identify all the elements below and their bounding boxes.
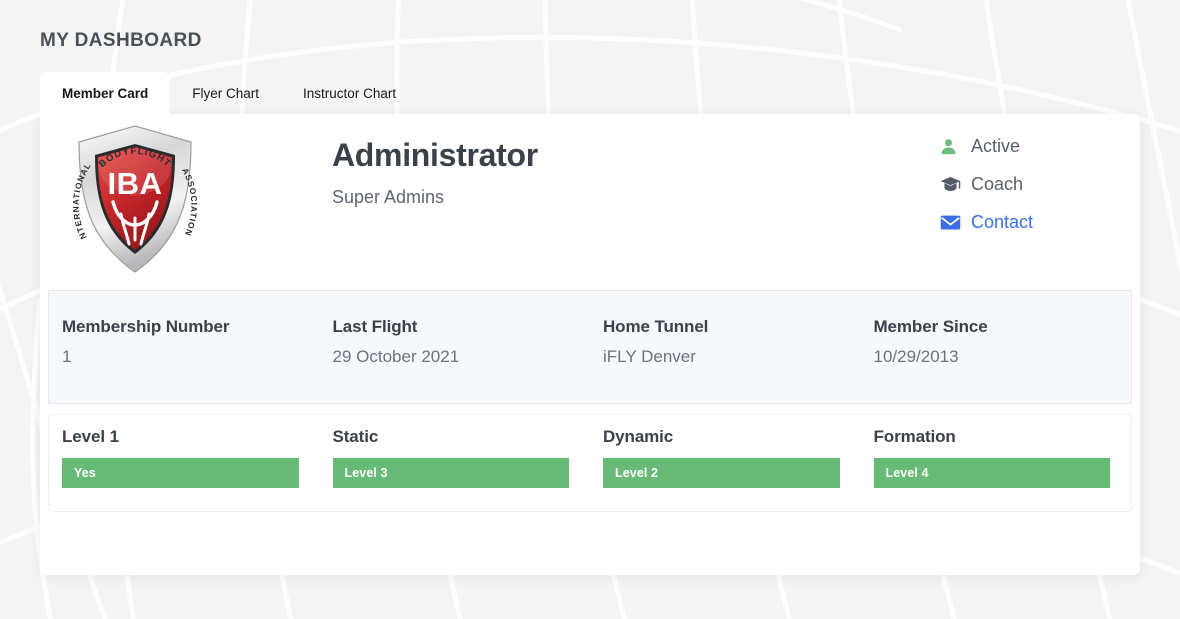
info-value: 1 [62,347,72,366]
info-label: Home Tunnel [603,317,709,336]
info-cell-membership-number: Membership Number 1 [49,291,320,403]
info-label: Member Since [873,317,988,336]
skill-bar: Yes [62,458,299,488]
member-status-list: Active Coach Contact [940,136,1033,232]
skill-value: Level 2 [615,466,659,480]
member-name: Administrator [332,137,538,173]
tab-flyer-chart[interactable]: Flyer Chart [170,72,281,114]
skill-bar: Level 3 [332,458,569,488]
graduation-cap-icon [940,174,962,194]
skill-cell-dynamic: Dynamic Level 2 [590,415,861,511]
info-value: 29 October 2021 [332,347,460,366]
skill-value: Level 3 [344,466,388,480]
contact-link[interactable]: Contact [940,212,1033,232]
iba-logo: IBA BODYFLIGHT INTERNATIONAL ASSOCIATION [69,114,199,282]
info-cell-member-since: Member Since 10/29/2013 [861,291,1132,403]
tab-member-card-label: Member Card [62,85,149,101]
status-coach-label: Coach [971,174,1024,194]
skill-value: Yes [74,466,96,480]
contact-link-label: Contact [971,212,1034,232]
skill-cell-level-1: Level 1 Yes [49,415,320,511]
svg-text:IBA: IBA [108,166,163,201]
skill-cell-static: Static Level 3 [320,415,591,511]
tab-member-card[interactable]: Member Card [40,72,171,114]
tab-instructor-chart[interactable]: Instructor Chart [281,72,418,114]
person-icon [940,136,962,156]
tab-bar: Member Card Flyer Chart Instructor Chart [40,72,418,114]
tab-flyer-chart-label: Flyer Chart [192,85,260,101]
tab-instructor-chart-label: Instructor Chart [303,85,397,101]
skill-bar: Level 4 [873,458,1110,488]
page-title: MY DASHBOARD [40,30,202,51]
member-identity: Administrator Super Admins [332,137,538,208]
skill-label: Formation [873,427,956,446]
skill-value: Level 4 [885,466,929,480]
skill-cell-formation: Formation Level 4 [861,415,1132,511]
info-value: 10/29/2013 [873,347,959,366]
info-label: Last Flight [332,317,418,336]
info-label: Membership Number [62,317,230,336]
skill-label: Static [332,427,379,446]
status-coach: Coach [940,174,1033,194]
info-cell-last-flight: Last Flight 29 October 2021 [320,291,591,403]
skill-label: Dynamic [603,427,674,446]
member-skills-panel: Level 1 Yes Static Level 3 Dynamic Level… [48,414,1132,512]
member-info-strip: Membership Number 1 Last Flight 29 Octob… [48,290,1132,404]
info-value: iFLY Denver [603,347,696,366]
member-card-panel: IBA BODYFLIGHT INTERNATIONAL ASSOCIATION [40,114,1140,575]
member-group: Super Admins [332,187,445,208]
info-cell-home-tunnel: Home Tunnel iFLY Denver [590,291,861,403]
envelope-icon [940,212,962,232]
card-header: IBA BODYFLIGHT INTERNATIONAL ASSOCIATION [40,114,1140,288]
skill-label: Level 1 [62,427,119,446]
status-active-label: Active [971,136,1021,156]
skill-bar: Level 2 [603,458,840,488]
status-active: Active [940,136,1033,156]
